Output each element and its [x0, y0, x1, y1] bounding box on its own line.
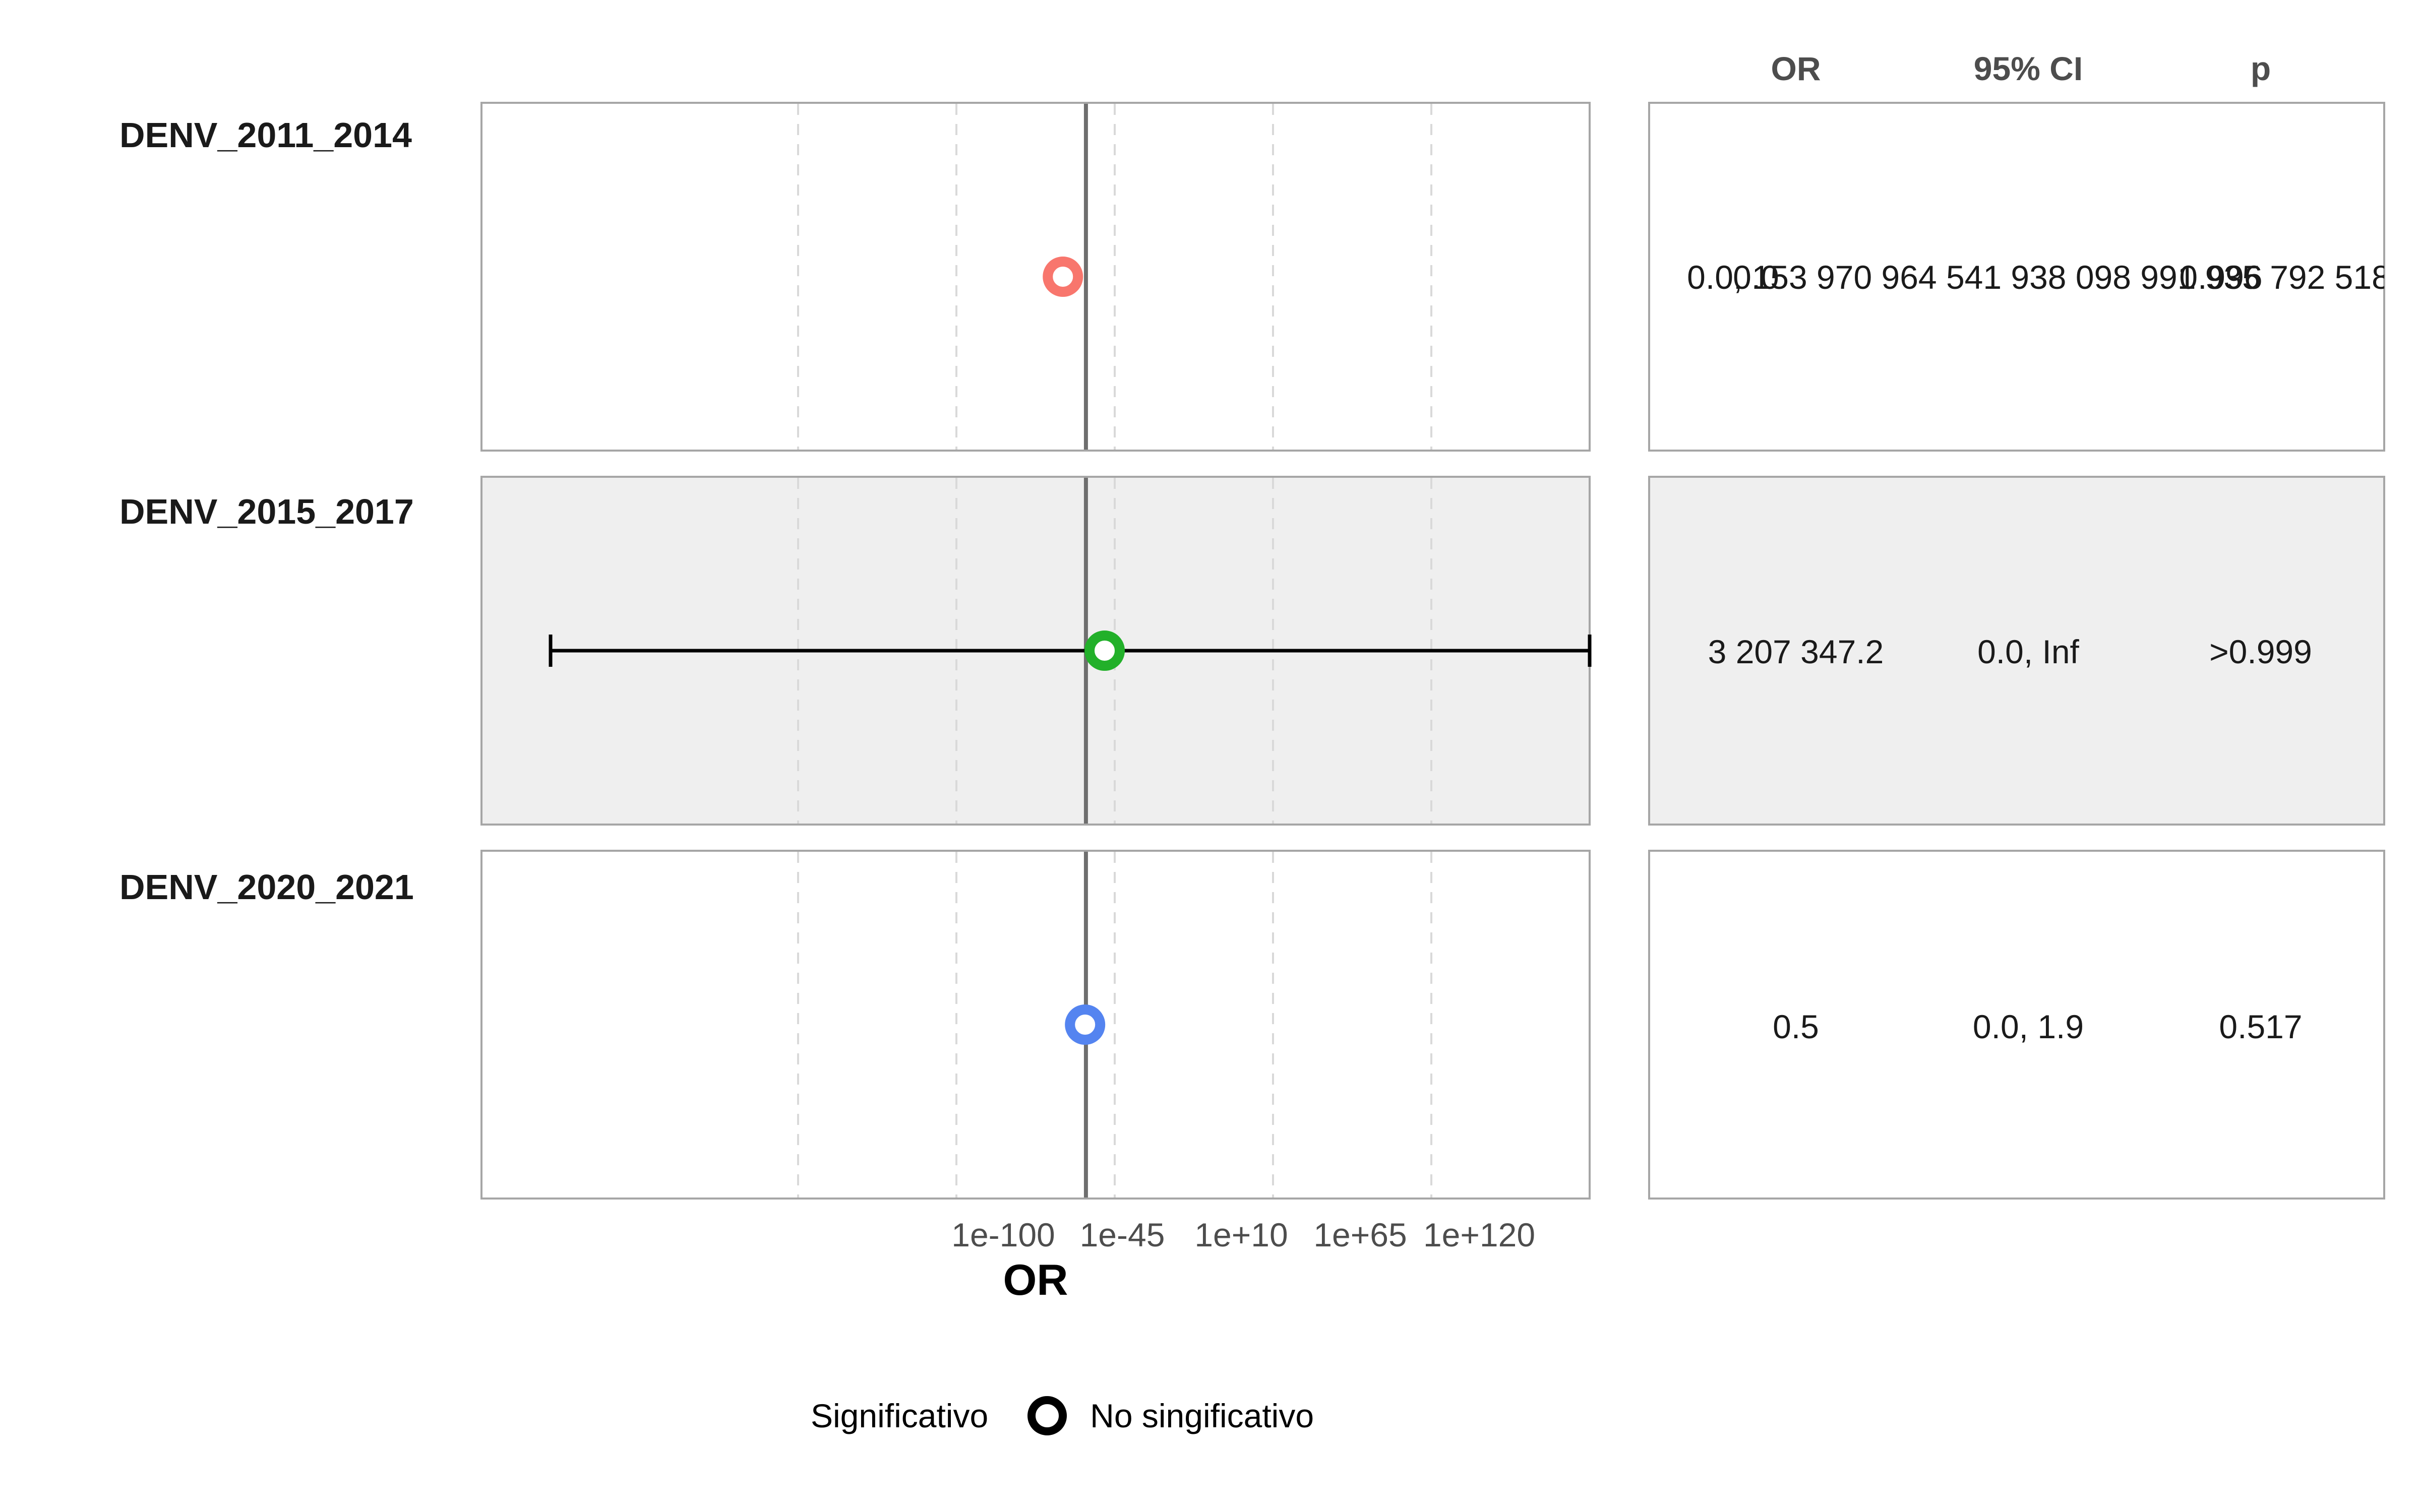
- legend-marker-icon: [1027, 1396, 1067, 1435]
- p-value: >0.999: [2209, 633, 2312, 670]
- x-axis-title: OR: [1003, 1256, 1068, 1304]
- table-header-p: p: [2250, 50, 2271, 87]
- row-label: DENV_2020_2021: [119, 867, 414, 907]
- table-row: 0.0 0.0, 153 970 964 541 938 098 991 935…: [1649, 261, 2384, 296]
- legend-title: Significativo: [811, 1397, 989, 1434]
- table-header-or: OR: [1771, 50, 1821, 87]
- p-value: 0.996: [2179, 261, 2263, 296]
- row-label: DENV_2011_2014: [119, 115, 412, 155]
- legend-item-label: No singificativo: [1090, 1397, 1314, 1434]
- forest-plot-canvas: [480, 102, 2385, 1200]
- plot-panel: [480, 102, 1591, 452]
- plot-panel: [480, 850, 1591, 1200]
- point-estimate: [1043, 257, 1083, 297]
- row-label: DENV_2015_2017: [119, 492, 414, 531]
- forest-plot: DENV_2011_2014 DENV_2015_2017 DENV_2020_…: [0, 0, 2420, 1512]
- table-header-ci: 95% CI: [1973, 50, 2083, 87]
- legend: Significativo No singificativo: [811, 1396, 1314, 1436]
- point-estimate: [1084, 631, 1125, 671]
- x-tick-label: 1e+120: [1423, 1216, 1536, 1253]
- p-value: 0.517: [2219, 1008, 2303, 1045]
- point-estimate: [1065, 1004, 1106, 1045]
